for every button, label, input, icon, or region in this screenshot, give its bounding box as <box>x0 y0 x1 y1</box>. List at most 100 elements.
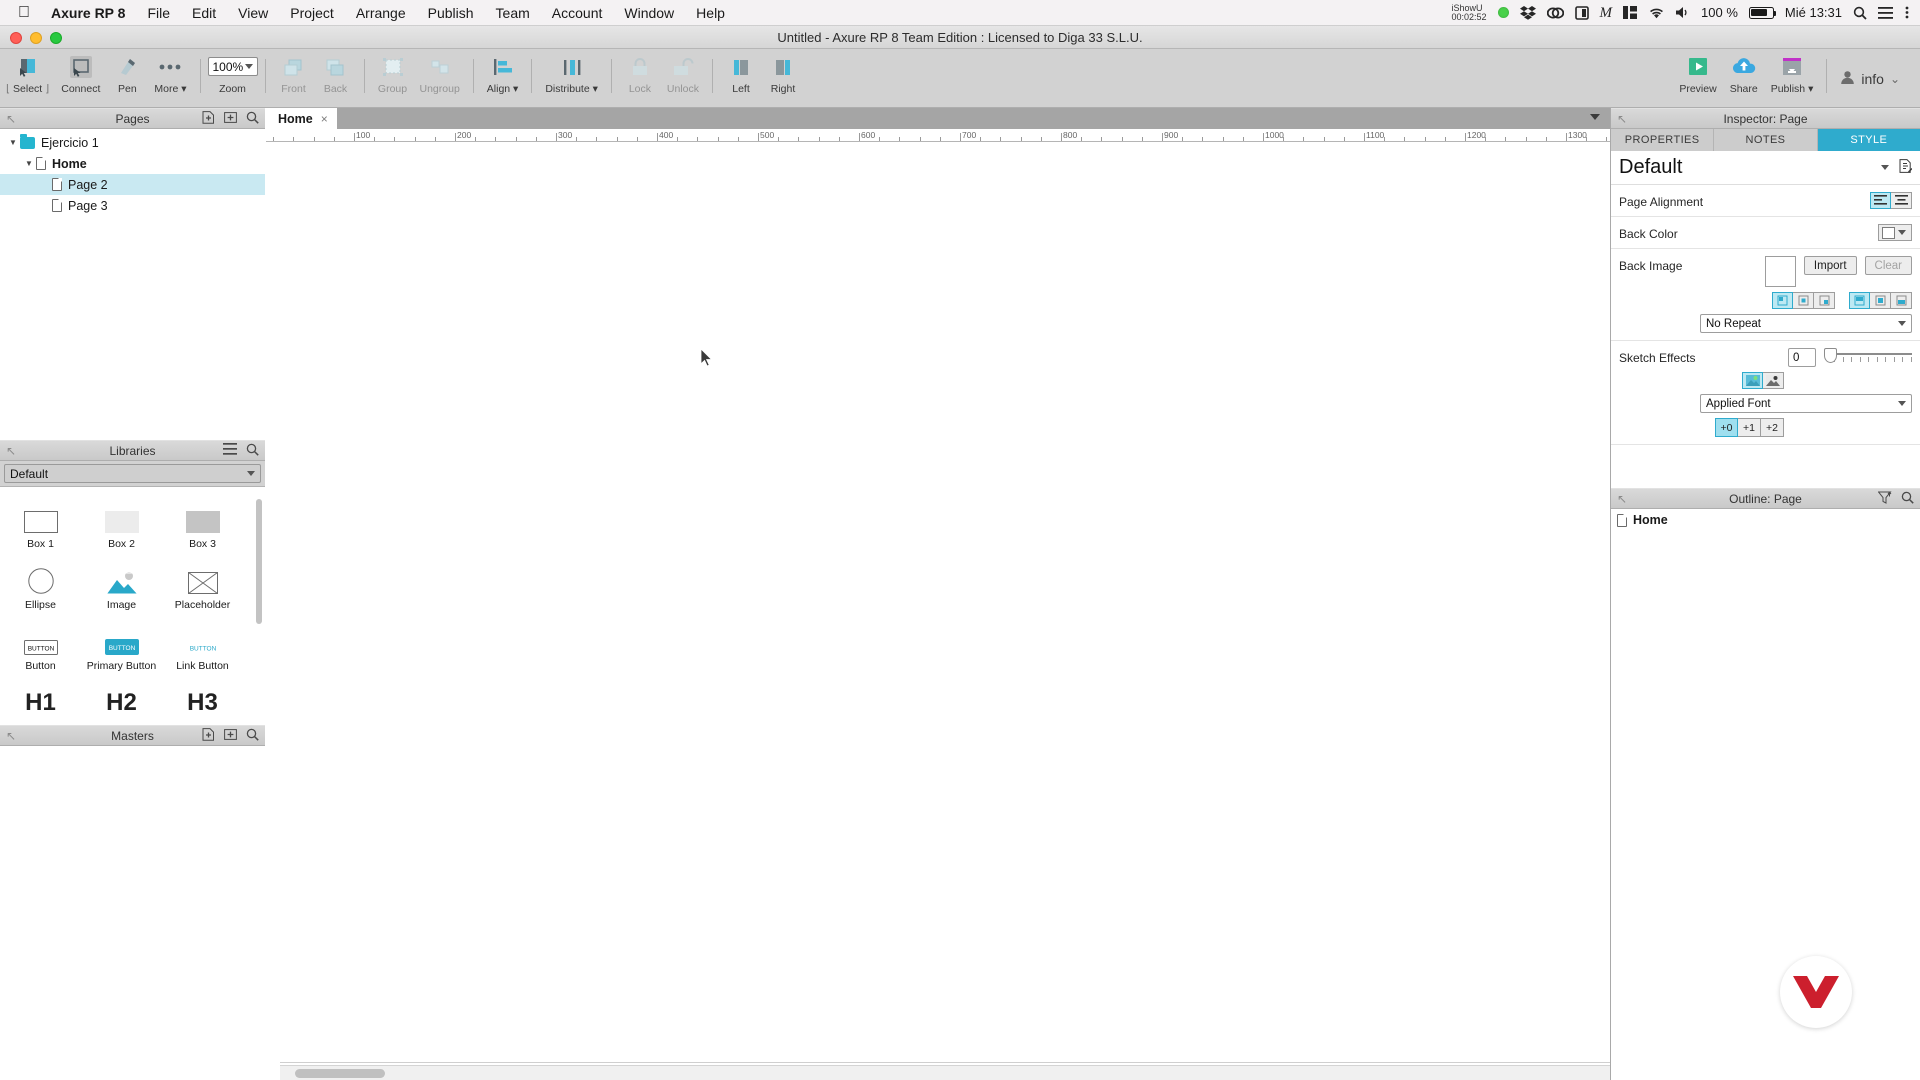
back-image-thumbnail[interactable] <box>1764 256 1796 287</box>
window-layout-icon[interactable] <box>1623 6 1638 19</box>
menu-account[interactable]: Account <box>541 0 614 26</box>
widget-link-button[interactable]: BUTTON Link Button <box>162 617 243 678</box>
image-valign-middle-button[interactable] <box>1870 292 1891 309</box>
widget-heading-3[interactable]: H3 Heading 3 <box>162 678 243 717</box>
image-align-right-button[interactable] <box>1814 292 1835 309</box>
align-button[interactable]: Align ▾ <box>481 49 525 108</box>
select-tool-button[interactable]: ⌊ Select ⌋ <box>0 49 55 108</box>
align-page-center-button[interactable] <box>1891 192 1912 209</box>
font-step-2-button[interactable]: +2 <box>1761 418 1784 437</box>
image-valign-top-button[interactable] <box>1849 292 1870 309</box>
menu-publish[interactable]: Publish <box>417 0 485 26</box>
widget-placeholder[interactable]: Placeholder <box>162 556 243 617</box>
background-repeat-select[interactable]: No Repeat <box>1700 314 1912 333</box>
widget-box-1[interactable]: Box 1 <box>0 495 81 556</box>
outline-item-home[interactable]: Home <box>1611 509 1920 531</box>
send-back-button[interactable]: Back <box>315 49 357 108</box>
right-panel-toggle-button[interactable]: Right <box>762 49 804 108</box>
apple-logo-icon[interactable]:  <box>14 4 34 21</box>
search-icon[interactable] <box>246 443 259 459</box>
mathtype-icon[interactable]: M <box>1600 0 1613 26</box>
ishowu-status[interactable]: iShowU 00:02:52 <box>1451 3 1486 22</box>
share-button[interactable]: Share <box>1723 49 1765 108</box>
menu-axure-rp-8[interactable]: Axure RP 8 <box>40 0 136 26</box>
library-selector[interactable]: Default <box>4 464 261 483</box>
canvas-horizontal-scrollbar[interactable] <box>280 1065 1610 1080</box>
tree-item-page-3[interactable]: Page 3 <box>0 195 265 216</box>
more-tools-button[interactable]: More ▾ <box>148 49 192 108</box>
image-align-center-button[interactable] <box>1793 292 1814 309</box>
battery-icon[interactable] <box>1748 6 1777 19</box>
search-icon[interactable] <box>246 728 259 744</box>
image-valign-bottom-button[interactable] <box>1891 292 1912 309</box>
menu-edit[interactable]: Edit <box>181 0 227 26</box>
unlock-button[interactable]: Unlock <box>661 49 705 108</box>
clock-label[interactable]: Mié 13:31 <box>1785 5 1842 20</box>
menu-arrange[interactable]: Arrange <box>345 0 417 26</box>
scrollbar-thumb[interactable] <box>295 1069 385 1078</box>
dropbox-icon[interactable] <box>1519 5 1536 20</box>
collapse-panel-icon[interactable]: ↖ <box>6 444 16 458</box>
collapse-panel-icon[interactable]: ↖ <box>1617 112 1627 126</box>
tab-overflow-chevron-icon[interactable] <box>1590 110 1600 124</box>
sketch-color-button[interactable] <box>1742 372 1763 389</box>
preview-button[interactable]: Preview <box>1673 49 1722 108</box>
menu-window[interactable]: Window <box>613 0 685 26</box>
volume-icon[interactable] <box>1676 6 1690 19</box>
collapse-panel-icon[interactable]: ↖ <box>6 112 16 126</box>
sketch-value-input[interactable]: 0 <box>1788 348 1816 367</box>
spotlight-search-icon[interactable] <box>1853 6 1867 20</box>
ungroup-button[interactable]: Ungroup <box>414 49 466 108</box>
page-canvas[interactable] <box>280 143 1610 1063</box>
widget-primary-button[interactable]: BUTTON Primary Button <box>81 617 162 678</box>
tab-properties[interactable]: PROPERTIES <box>1611 129 1715 151</box>
align-page-left-button[interactable] <box>1870 192 1891 209</box>
canvas-surface[interactable] <box>280 143 1610 1064</box>
menu-file[interactable]: File <box>136 0 181 26</box>
tree-item-home[interactable]: ▼ Home <box>0 153 265 174</box>
tab-home[interactable]: Home × <box>266 108 337 129</box>
lock-button[interactable]: Lock <box>619 49 661 108</box>
widget-box-3[interactable]: Box 3 <box>162 495 243 556</box>
menu-team[interactable]: Team <box>485 0 541 26</box>
widget-heading-2[interactable]: H2 Heading 2 <box>81 678 162 717</box>
clear-image-button[interactable]: Clear <box>1864 256 1912 275</box>
tab-notes[interactable]: NOTES <box>1714 129 1818 151</box>
close-tab-icon[interactable]: × <box>321 112 328 126</box>
add-master-icon[interactable] <box>202 727 215 744</box>
connect-tool-button[interactable]: Connect <box>55 49 106 108</box>
bring-front-button[interactable]: Front <box>273 49 315 108</box>
library-options-menu-icon[interactable] <box>223 442 237 459</box>
distribute-button[interactable]: Distribute ▾ <box>539 49 604 108</box>
tab-style[interactable]: STYLE <box>1817 129 1920 151</box>
search-icon[interactable] <box>246 111 259 127</box>
widget-button[interactable]: BUTTON Button <box>0 617 81 678</box>
slider-knob[interactable] <box>1824 348 1837 363</box>
applied-font-select[interactable]: Applied Font <box>1700 394 1912 413</box>
widget-ellipse[interactable]: Ellipse <box>0 556 81 617</box>
group-button[interactable]: Group <box>372 49 414 108</box>
left-panel-toggle-button[interactable]: Left <box>720 49 762 108</box>
libraries-scrollbar[interactable] <box>256 499 262 624</box>
filter-icon[interactable] <box>1877 491 1892 507</box>
add-folder-icon[interactable] <box>224 111 237 127</box>
zoom-control[interactable]: 100% Zoom <box>207 49 258 95</box>
font-step-0-button[interactable]: +0 <box>1715 418 1738 437</box>
widget-image[interactable]: Image <box>81 556 162 617</box>
disclosure-triangle-icon[interactable]: ▼ <box>6 138 20 147</box>
wifi-icon[interactable] <box>1648 7 1665 19</box>
font-step-1-button[interactable]: +1 <box>1738 418 1761 437</box>
disclosure-triangle-icon[interactable]: ▼ <box>22 159 36 168</box>
creative-cloud-icon[interactable] <box>1546 6 1564 20</box>
pen-tool-button[interactable]: Pen <box>106 49 148 108</box>
tree-item-page-2[interactable]: Page 2 <box>0 174 265 195</box>
search-icon[interactable] <box>1901 491 1914 507</box>
menu-project[interactable]: Project <box>279 0 345 26</box>
display-contrast-icon[interactable] <box>1574 5 1589 20</box>
publish-button[interactable]: Publish ▾ <box>1765 49 1820 108</box>
tree-item-ejercicio-1[interactable]: ▼ Ejercicio 1 <box>0 132 265 153</box>
chevron-down-icon[interactable] <box>1881 165 1889 170</box>
zoom-combobox[interactable]: 100% <box>207 57 258 76</box>
add-master-folder-icon[interactable] <box>224 728 237 744</box>
sketch-effects-slider[interactable] <box>1824 348 1912 367</box>
